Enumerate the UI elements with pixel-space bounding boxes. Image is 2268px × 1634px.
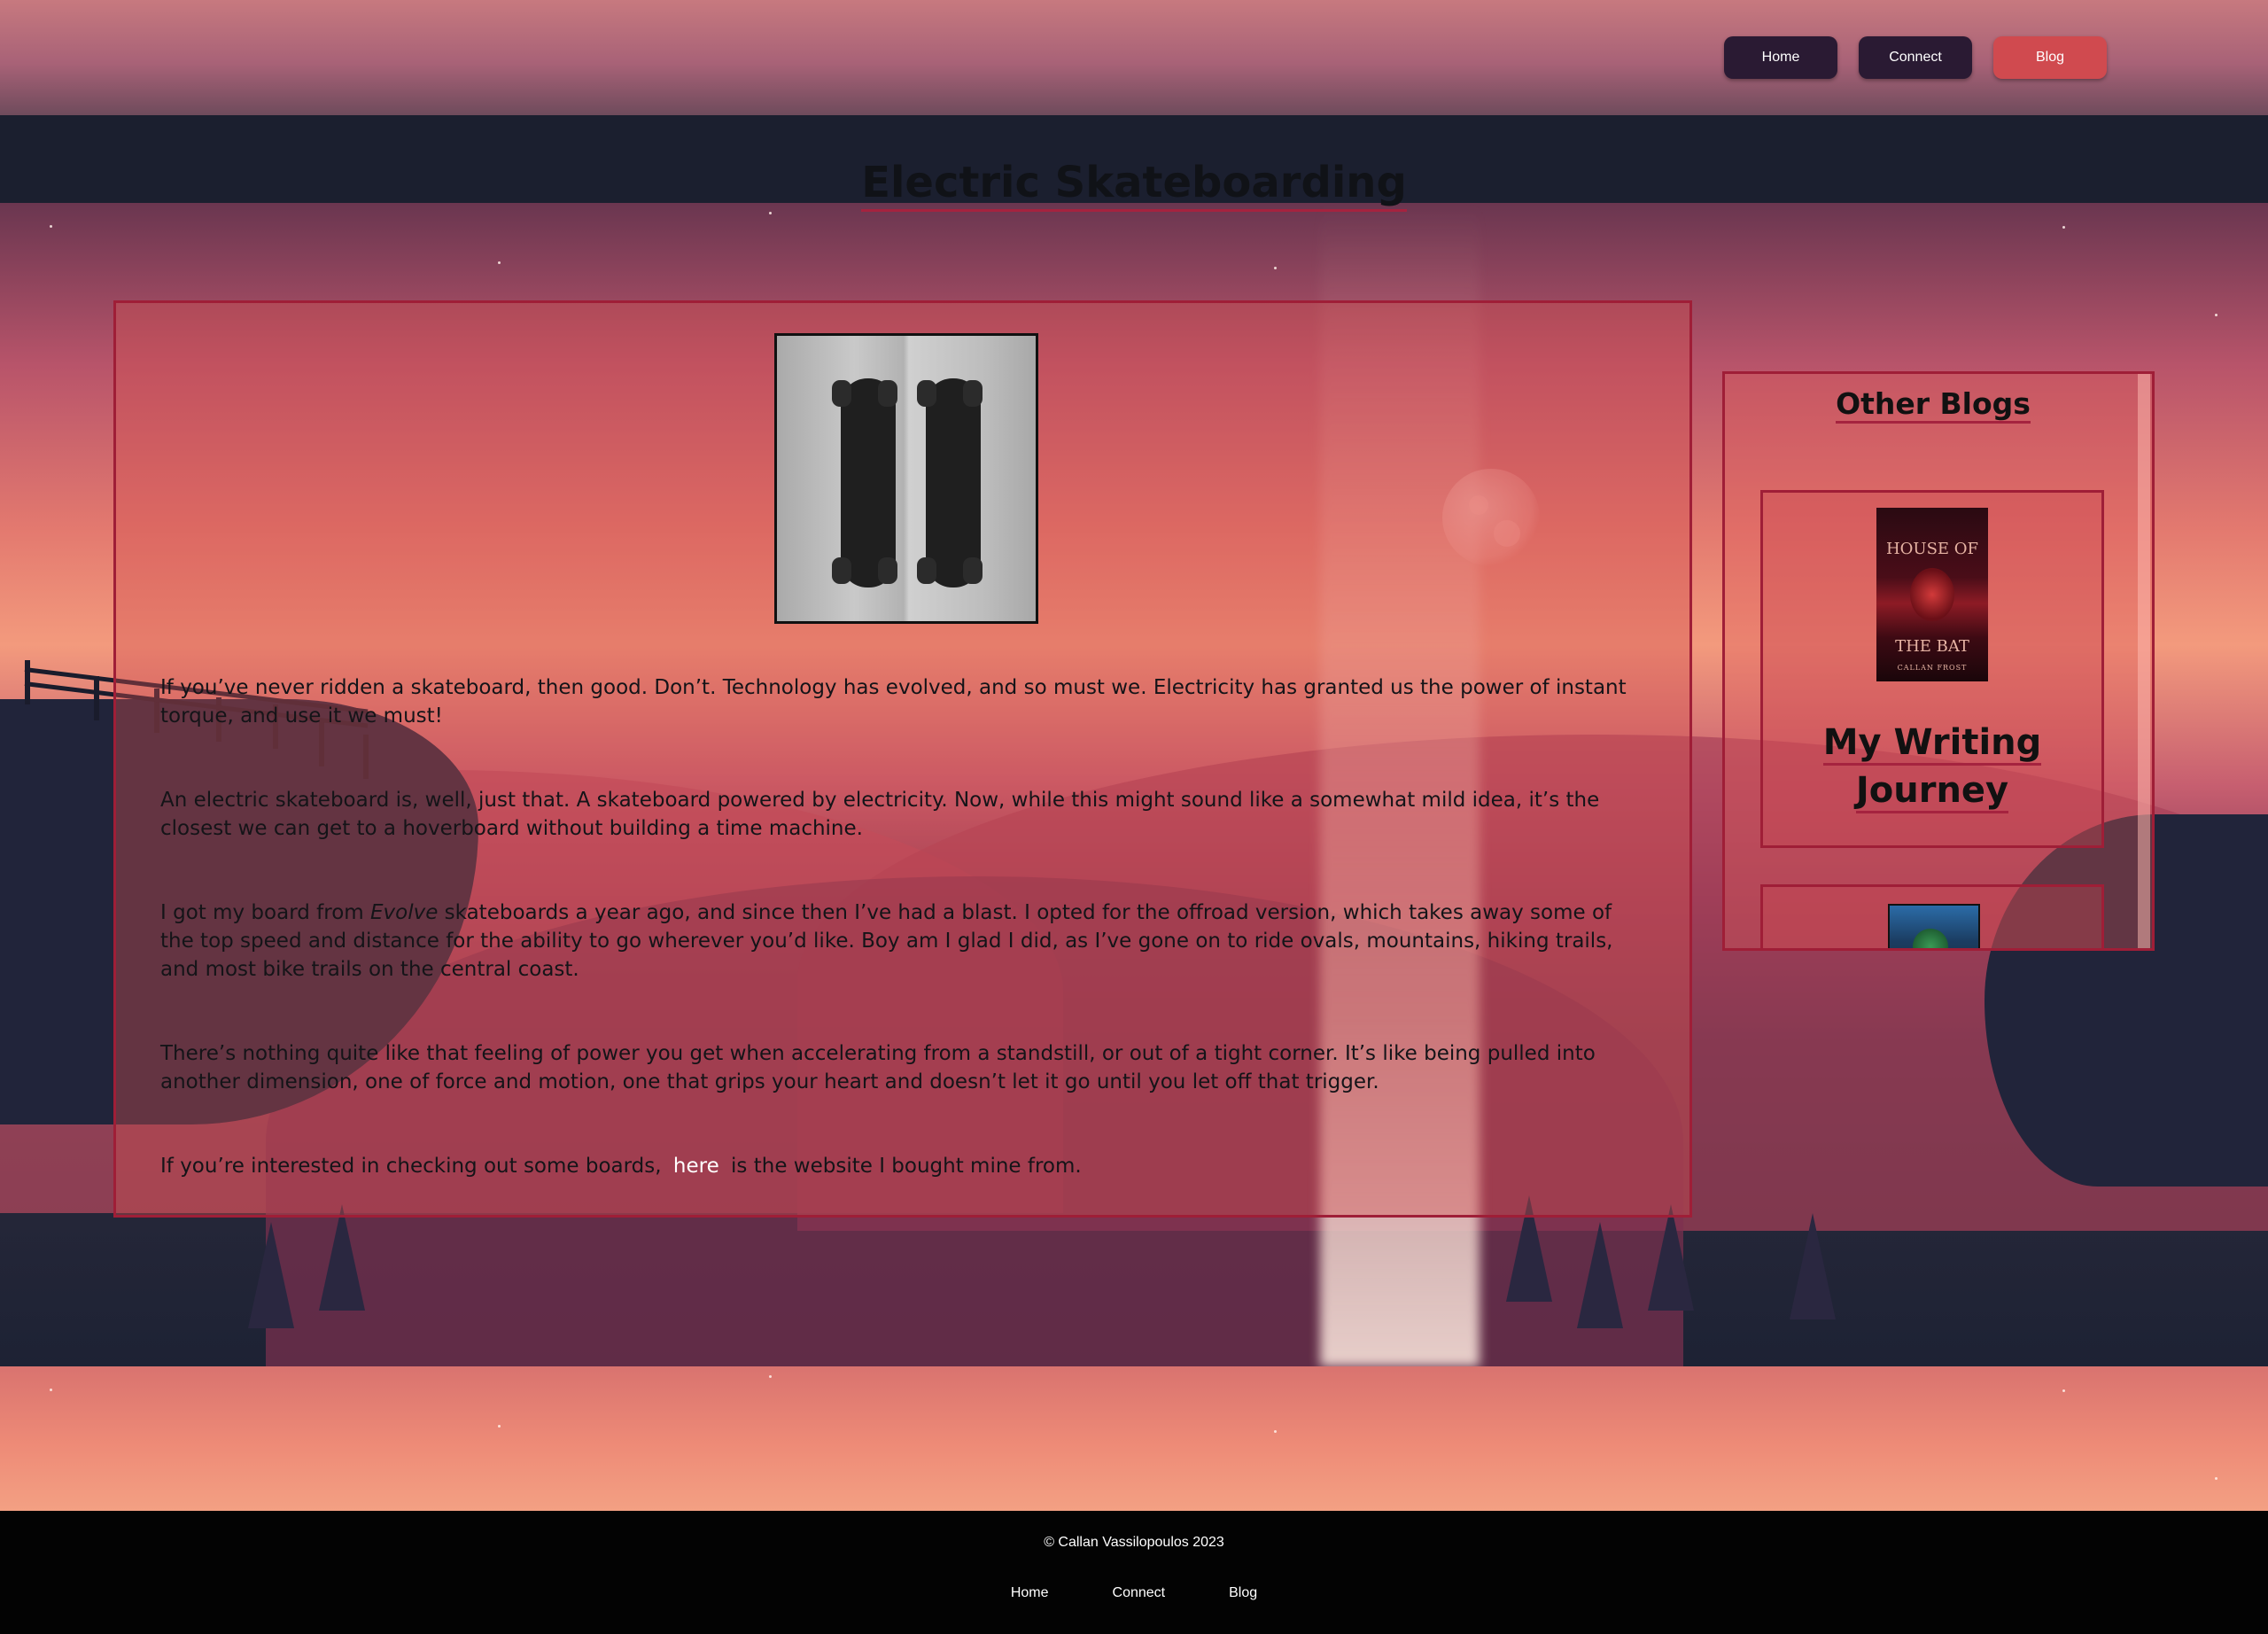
blog-thumbnail: [1888, 904, 1980, 948]
article-body: If you’ve never ridden a skateboard, the…: [160, 673, 1649, 1236]
sidebar-scrollbar[interactable]: [2138, 374, 2150, 948]
sidebar-title: Other Blogs: [1725, 386, 2141, 424]
blog-card-writing-journey[interactable]: HOUSE OF THE BAT CALLAN FROST My Writing…: [1760, 490, 2104, 848]
page-title-text: Electric Skateboarding: [861, 158, 1407, 212]
footer-links: Home Connect Blog: [0, 1585, 2268, 1601]
skateboards-photo: [774, 333, 1038, 624]
article-paragraph-2: An electric skateboard is, well, just th…: [160, 789, 1600, 840]
footer-copyright: © Callan Vassilopoulos 2023: [1044, 1535, 1224, 1550]
background-scene-bottom: [0, 1366, 2268, 1511]
nav-home-button[interactable]: Home: [1724, 36, 1837, 79]
nav-connect-button[interactable]: Connect: [1859, 36, 1972, 79]
blog-card-title[interactable]: My Writing Journey: [1763, 719, 2101, 814]
blog-card-next[interactable]: [1760, 884, 2104, 948]
page-title: Electric Skateboarding: [0, 158, 2268, 212]
top-nav: Home Connect Blog: [1724, 36, 2107, 79]
p3-intro: I got my board from: [160, 901, 370, 924]
board-website-link[interactable]: here: [668, 1155, 725, 1178]
article-paragraph-5: If you’re interested in checking out som…: [160, 1152, 1649, 1180]
bat-art: [1910, 568, 1954, 621]
p5-rest: is the website I bought mine from.: [724, 1155, 1082, 1178]
sidebar-title-text: Other Blogs: [1836, 386, 2031, 424]
article-panel: If you’ve never ridden a skateboard, the…: [113, 300, 1692, 1218]
article-paragraph-4: There’s nothing quite like that feeling …: [160, 1042, 1596, 1093]
other-blogs-sidebar[interactable]: Other Blogs HOUSE OF THE BAT CALLAN FROS…: [1722, 371, 2155, 951]
article-paragraph-3: I got my board from Evolve skateboards a…: [160, 899, 1649, 984]
cover-author: CALLAN FROST: [1897, 664, 1968, 672]
evolve-brand: Evolve: [370, 901, 439, 924]
article-paragraph-1: If you’ve never ridden a skateboard, the…: [160, 676, 1627, 728]
blog-card-title-line1: My Writing: [1822, 722, 2042, 766]
thumbnail-logo: [1913, 929, 1948, 948]
nav-blog-button[interactable]: Blog: [1993, 36, 2107, 79]
blog-card-title-line2: Journey: [1855, 770, 2009, 813]
footer-blog-link[interactable]: Blog: [1229, 1585, 1257, 1601]
footer: © Callan Vassilopoulos 2023 Home Connect…: [0, 1511, 2268, 1634]
cover-title-line1: HOUSE OF: [1885, 540, 1979, 558]
cover-title-line2: THE BAT: [1895, 637, 1969, 656]
book-cover-image: HOUSE OF THE BAT CALLAN FROST: [1876, 508, 1988, 681]
footer-connect-link[interactable]: Connect: [1113, 1585, 1166, 1601]
footer-home-link[interactable]: Home: [1011, 1585, 1049, 1601]
p5-intro: If you’re interested in checking out som…: [160, 1155, 668, 1178]
